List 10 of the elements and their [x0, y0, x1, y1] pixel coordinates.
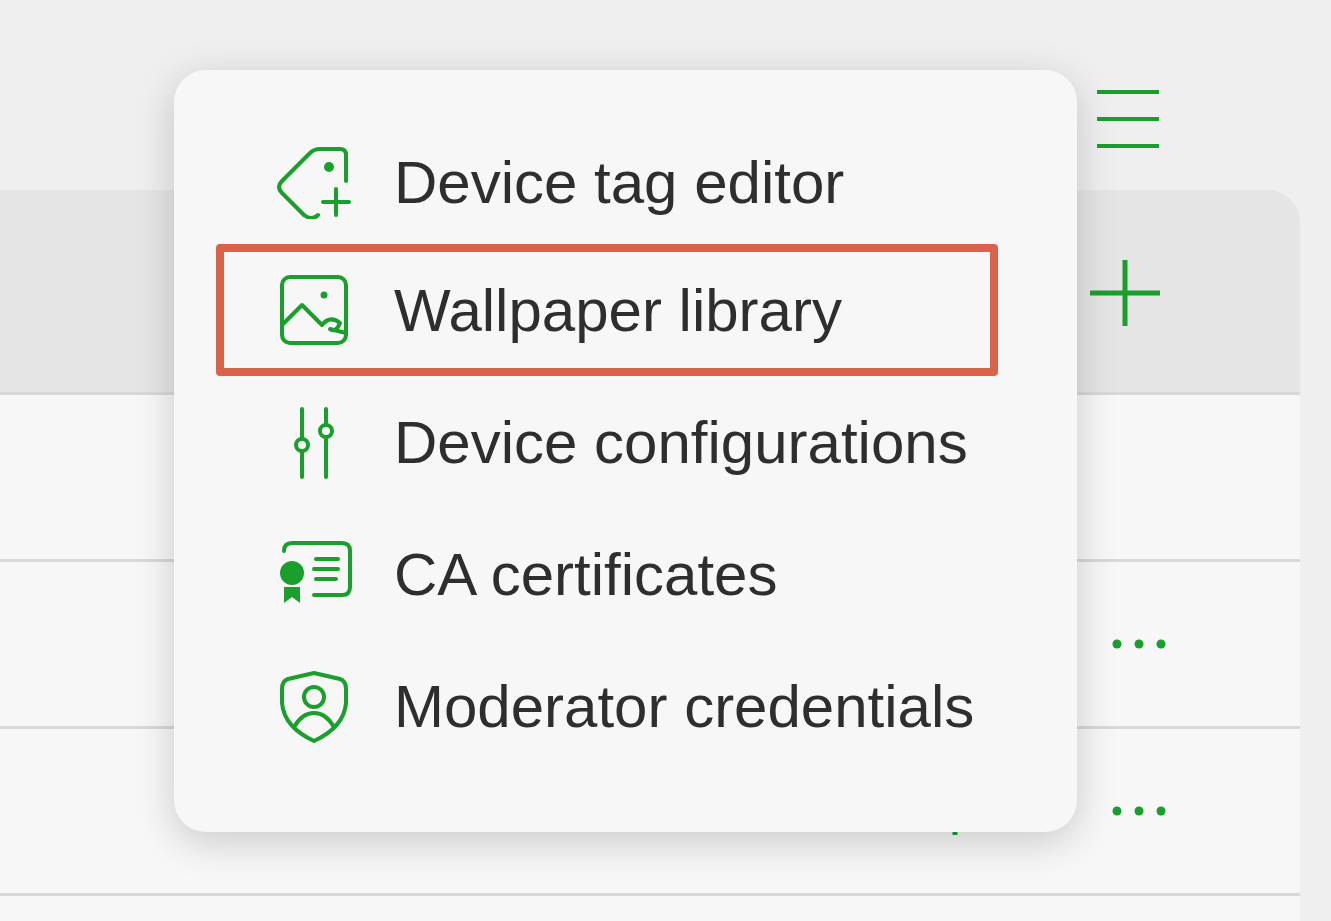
- menu-item[interactable]: Moderator credentials: [216, 640, 998, 772]
- tag-plus-icon: [274, 145, 354, 219]
- menu-item[interactable]: Device tag editor: [216, 120, 998, 244]
- menu-item[interactable]: Device configurations: [216, 376, 998, 508]
- more-icon[interactable]: [1111, 638, 1167, 650]
- menu-item[interactable]: Wallpaper library: [216, 244, 998, 376]
- menu-item[interactable]: CA certificates: [216, 508, 998, 640]
- add-icon[interactable]: [1090, 260, 1160, 326]
- menu-icon[interactable]: [1095, 88, 1161, 150]
- more-icon[interactable]: [1111, 805, 1167, 817]
